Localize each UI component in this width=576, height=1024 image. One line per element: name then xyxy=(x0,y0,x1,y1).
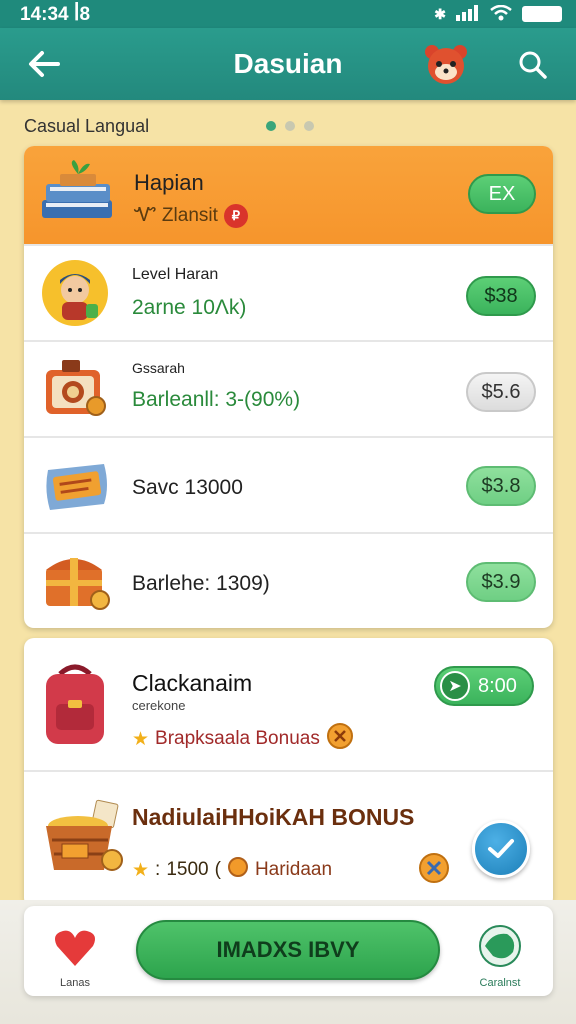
list-item-value: Savc 13000 xyxy=(132,476,243,499)
camera-chest-icon xyxy=(40,354,114,429)
backpack-offer-subtitle: cerekone xyxy=(132,698,186,713)
list-item-value: Barleanll: 3-(90%) xyxy=(132,388,301,411)
list-item[interactable]: Barlehe: 1309) $3.9 xyxy=(24,532,553,626)
section-label: Casual Langual xyxy=(24,116,150,136)
nav-item-favorites[interactable]: Lanas xyxy=(50,928,100,989)
globe-leaf-icon xyxy=(479,925,521,967)
star-icon: ★ xyxy=(132,859,150,881)
page-dot[interactable] xyxy=(285,121,295,131)
open-paren-glyph: ( xyxy=(214,859,221,880)
price-button[interactable]: $38 xyxy=(466,276,536,316)
offers-card: Hapian Ꮙ Zlansit ₽ EX Level Haran 2arne … xyxy=(24,146,553,628)
backpack-bonus-text: Brapksaala Bonuas xyxy=(155,728,320,749)
signal-icon xyxy=(456,4,480,24)
coin-icon xyxy=(227,856,249,884)
status-time: 14:34 xyxy=(20,3,69,25)
ex-button[interactable]: EX xyxy=(468,174,536,214)
nav-label: Caralnst xyxy=(479,977,521,989)
timer-button[interactable]: ➤ 8:00 xyxy=(434,666,534,706)
offers-card-header: Hapian Ꮙ Zlansit ₽ EX xyxy=(24,146,553,244)
bonus-amount: 1500 xyxy=(166,859,209,880)
bonus-offer-title: NadiulaiHHoiKAH BONUS xyxy=(132,804,415,830)
page-dot-active[interactable] xyxy=(266,121,276,131)
nav-item-community[interactable]: Caralnst xyxy=(470,924,530,989)
treasure-basket-icon xyxy=(40,796,124,885)
avatar-icon xyxy=(40,258,110,333)
confirm-check-button[interactable] xyxy=(472,820,530,878)
wifi-icon xyxy=(490,4,512,24)
backpack-icon xyxy=(40,660,110,755)
offers-card-title: Hapian xyxy=(134,170,204,195)
status-time-group: 14:34 ꟾ8 xyxy=(20,3,90,26)
backpack-offer[interactable]: Clackanaim cerekone ★ Brapksaala Bonuas … xyxy=(24,638,553,772)
ticket-scroll-icon xyxy=(40,450,114,525)
books-icon xyxy=(38,160,118,235)
list-item[interactable]: Savc 13000 $3.8 xyxy=(24,436,553,530)
search-icon[interactable] xyxy=(518,50,548,85)
bonus-card: Clackanaim cerekone ★ Brapksaala Bonuas … xyxy=(24,638,553,908)
price-button[interactable]: $3.9 xyxy=(466,562,536,602)
page-dot[interactable] xyxy=(304,121,314,131)
nav-label: Lanas xyxy=(60,977,90,989)
page-indicator[interactable] xyxy=(266,121,314,131)
status-bar: 14:34 ꟾ8 ✱ xyxy=(0,0,576,28)
heart-icon xyxy=(55,930,95,966)
star-icon: ★ xyxy=(132,728,150,750)
checkmark-icon xyxy=(488,839,514,858)
back-arrow-icon[interactable] xyxy=(26,48,62,85)
mascot-avatar-icon[interactable] xyxy=(422,40,470,93)
battery-icon xyxy=(522,6,562,22)
list-item-label: Level Haran xyxy=(132,266,219,283)
backpack-offer-title: Clackanaim xyxy=(132,670,253,696)
bonus-token-icon xyxy=(326,722,354,756)
bonus-amount-line: ★ : 1500 ( Haridaan xyxy=(132,856,332,884)
list-item-value: 2arne 10Λk) xyxy=(132,296,247,319)
list-item-value: Barlehe: 1309) xyxy=(132,572,270,595)
offers-card-subtitle: Ꮙ Zlansit ₽ xyxy=(134,204,248,228)
offers-card-subtitle-text: Ꮙ Zlansit xyxy=(134,205,218,226)
status-icons: ✱ xyxy=(434,4,562,24)
timer-text: 8:00 xyxy=(478,674,517,697)
backpack-bonus-line: ★ Brapksaala Bonuas xyxy=(132,722,354,756)
star-separator: : xyxy=(155,859,161,880)
list-item-label: Gssarah xyxy=(132,360,185,376)
price-button[interactable]: $5.6 xyxy=(466,372,536,412)
bonus-extra-text: Haridaan xyxy=(254,859,333,880)
bluetooth-icon: ✱ xyxy=(434,5,446,22)
primary-cta-button[interactable]: IMADXS IBVY xyxy=(136,920,440,980)
price-button[interactable]: $3.8 xyxy=(466,466,536,506)
app-bar: Dasuian xyxy=(0,28,576,100)
list-item[interactable]: Level Haran 2arne 10Λk) $38 xyxy=(24,244,553,338)
bonus-token-icon xyxy=(418,852,450,889)
list-item[interactable]: Gssarah Barleanll: 3-(90%) $5.6 xyxy=(24,340,553,434)
status-time-suffix: ꟾ8 xyxy=(73,3,91,25)
page-title: Dasuian xyxy=(233,48,343,79)
red-coin-icon: ₽ xyxy=(223,204,248,228)
treasure-chest-icon xyxy=(40,546,114,621)
timer-bolt-icon: ➤ xyxy=(440,671,470,701)
